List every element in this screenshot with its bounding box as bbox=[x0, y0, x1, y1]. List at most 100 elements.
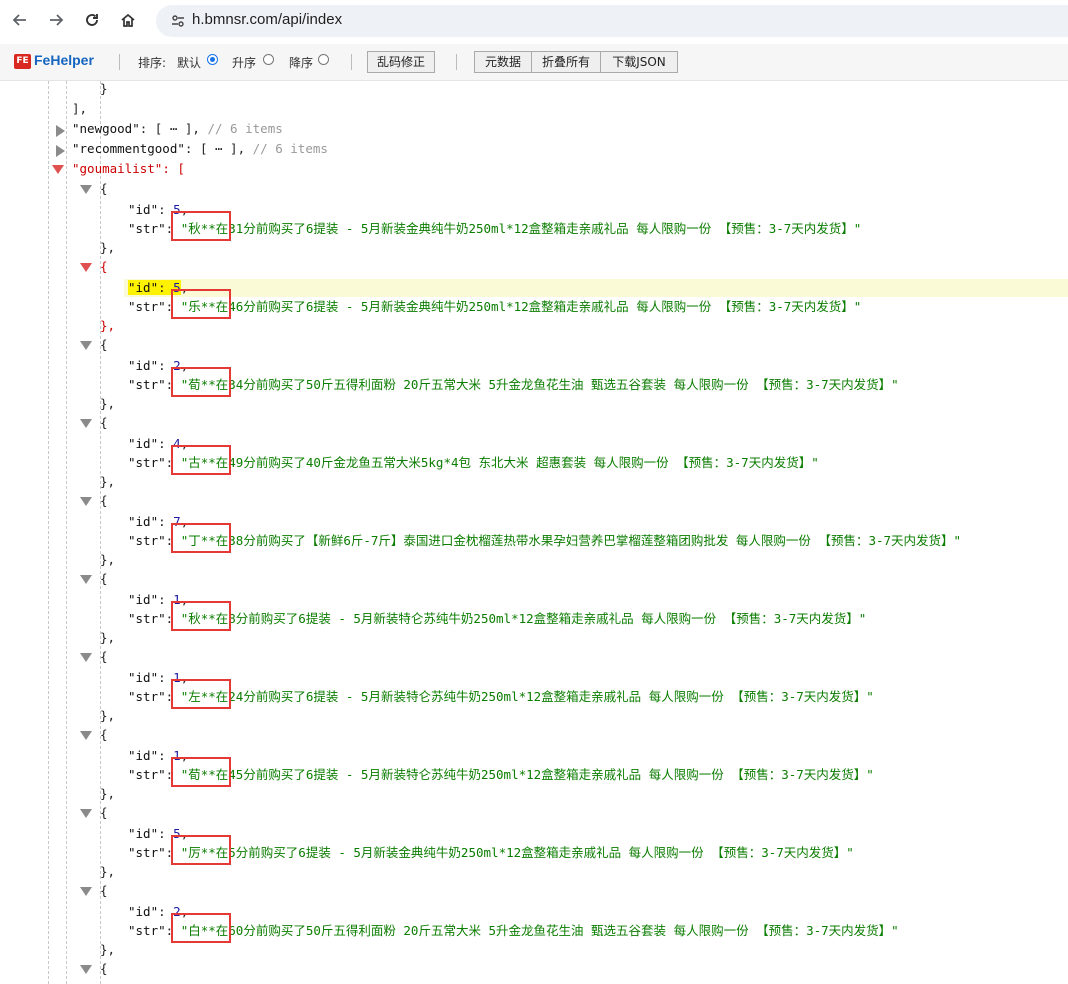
collapse-toggle[interactable] bbox=[80, 965, 92, 974]
indent-guide bbox=[100, 81, 101, 984]
annotation-box bbox=[171, 367, 231, 397]
collapse-toggle[interactable] bbox=[80, 497, 92, 506]
object-open-brace: { bbox=[100, 727, 108, 742]
home-button[interactable] bbox=[114, 6, 142, 34]
collapse-toggle[interactable] bbox=[52, 165, 64, 174]
json-string-value[interactable]: "秋**在31分前购买了6提装 - 5月新装金典纯牛奶250ml*12盒整箱走亲… bbox=[181, 221, 862, 236]
object-open-brace: { bbox=[100, 649, 108, 664]
annotation-box bbox=[171, 289, 231, 319]
annotation-box bbox=[171, 679, 231, 709]
indent-guide bbox=[66, 81, 67, 984]
back-button[interactable] bbox=[6, 6, 34, 34]
object-close-brace: }, bbox=[100, 786, 116, 801]
sort-label: 排序: bbox=[138, 56, 167, 70]
browser-toolbar: h.bmnsr.com/api/index bbox=[0, 0, 1068, 42]
json-key: "str" bbox=[128, 299, 166, 314]
json-key: "str" bbox=[128, 845, 166, 860]
divider bbox=[351, 54, 352, 70]
collapse-toggle[interactable] bbox=[80, 809, 92, 818]
json-string-value[interactable]: "乐**在46分前购买了6提装 - 5月新装金典纯牛奶250ml*12盒整箱走亲… bbox=[181, 299, 862, 314]
collapse-toggle[interactable] bbox=[80, 653, 92, 662]
json-str-row: "str": "荀**在34分前购买了50斤五得利面粉 20斤五常大米 5升金龙… bbox=[128, 376, 899, 394]
collapse-toggle[interactable] bbox=[80, 731, 92, 740]
json-string-value[interactable]: "荀**在34分前购买了50斤五得利面粉 20斤五常大米 5升金龙鱼花生油 甄选… bbox=[181, 377, 899, 392]
annotation-box bbox=[171, 445, 231, 475]
reload-icon bbox=[86, 14, 98, 26]
json-key: "id" bbox=[128, 748, 159, 763]
fix-encoding-button[interactable]: 乱码修正 bbox=[367, 51, 435, 73]
fehelper-toolbar: FE FeHelper 排序: 默认 升序 降序 乱码修正 元数据 折叠所有 下… bbox=[0, 44, 1068, 81]
json-key: "id" bbox=[128, 826, 159, 841]
json-collapsed-row: "newgood": [ ⋯ ], // 6 items bbox=[72, 121, 283, 136]
json-string-value[interactable]: "左**在24分前购买了6提装 - 5月新装特仑苏纯牛奶250ml*12盒整箱走… bbox=[181, 689, 874, 704]
expand-toggle[interactable] bbox=[56, 145, 65, 157]
collapse-toggle[interactable] bbox=[80, 575, 92, 584]
tune-icon[interactable] bbox=[170, 13, 186, 29]
json-str-row: "str": "荀**在45分前购买了6提装 - 5月新装特仑苏纯牛奶250ml… bbox=[128, 766, 874, 784]
divider bbox=[456, 54, 457, 70]
object-close-brace: }, bbox=[100, 318, 116, 333]
annotation-box bbox=[171, 211, 231, 241]
json-string-value[interactable]: "秋**在8分前购买了6提装 - 5月新装特仑苏纯牛奶250ml*12盒整箱走亲… bbox=[181, 611, 867, 626]
sort-default-radio[interactable] bbox=[207, 54, 218, 65]
address-bar[interactable]: h.bmnsr.com/api/index bbox=[156, 5, 1068, 37]
annotation-box bbox=[171, 913, 231, 943]
json-str-row: "str": "乐**在46分前购买了6提装 - 5月新装金典纯牛奶250ml*… bbox=[128, 298, 861, 316]
json-string-value[interactable]: "厉**在5分前购买了6提装 - 5月新装金典纯牛奶250ml*12盒整箱走亲戚… bbox=[181, 845, 854, 860]
json-str-row: "str": "丁**在38分前购买了【新鲜6斤-7斤】泰国进口金枕榴莲热带水果… bbox=[128, 532, 961, 550]
collapse-toggle[interactable] bbox=[80, 887, 92, 896]
json-key: "id" bbox=[128, 280, 159, 295]
sort-asc-label: 升序 bbox=[232, 56, 257, 70]
sort-asc-radio[interactable] bbox=[263, 54, 274, 65]
json-key: "str" bbox=[128, 767, 166, 782]
object-open-brace: { bbox=[100, 571, 108, 586]
collapse-toggle[interactable] bbox=[80, 419, 92, 428]
sort-default-label: 默认 bbox=[177, 56, 202, 70]
collapse-toggle[interactable] bbox=[80, 263, 92, 272]
forward-button[interactable] bbox=[42, 6, 70, 34]
object-close-brace: }, bbox=[100, 708, 116, 723]
reload-button[interactable] bbox=[78, 6, 106, 34]
json-string-value[interactable]: "古**在49分前购买了40斤金龙鱼五常大米5kg*4包 东北大米 超惠套装 每… bbox=[181, 455, 819, 470]
json-str-row: "str": "厉**在5分前购买了6提装 - 5月新装金典纯牛奶250ml*1… bbox=[128, 844, 854, 862]
collapse-all-button[interactable]: 折叠所有 bbox=[531, 51, 601, 73]
json-key: "str" bbox=[128, 923, 166, 938]
object-open-brace: { bbox=[100, 805, 108, 820]
json-string-value[interactable]: "丁**在38分前购买了【新鲜6斤-7斤】泰国进口金枕榴莲热带水果孕妇营养巴掌榴… bbox=[181, 533, 961, 548]
annotation-box bbox=[171, 835, 231, 865]
json-str-row: "str": "古**在49分前购买了40斤金龙鱼五常大米5kg*4包 东北大米… bbox=[128, 454, 819, 472]
object-open-brace: { bbox=[100, 259, 108, 274]
json-key: "str" bbox=[128, 377, 166, 392]
json-string-value[interactable]: "白**在60分前购买了50斤五得利面粉 20斤五常大米 5升金龙鱼花生油 甄选… bbox=[181, 923, 899, 938]
goumailist-key-row: "goumailist": [ bbox=[72, 161, 185, 176]
prev-close-bracket: ], bbox=[72, 101, 88, 116]
sort-desc-label: 降序 bbox=[289, 56, 314, 70]
object-open-brace: { bbox=[100, 337, 108, 352]
expand-toggle[interactable] bbox=[56, 125, 65, 137]
object-open-brace: { bbox=[100, 961, 108, 976]
prev-close-brace: } bbox=[100, 81, 108, 96]
json-str-row: "str": "左**在24分前购买了6提装 - 5月新装特仑苏纯牛奶250ml… bbox=[128, 688, 874, 706]
object-close-brace: }, bbox=[100, 396, 116, 411]
json-key: "str" bbox=[128, 689, 166, 704]
arrow-left-icon bbox=[12, 14, 26, 26]
raw-data-button[interactable]: 元数据 bbox=[474, 51, 532, 73]
json-key: "id" bbox=[128, 670, 159, 685]
object-close-brace: }, bbox=[100, 474, 116, 489]
collapse-toggle[interactable] bbox=[80, 185, 92, 194]
json-key: "str" bbox=[128, 221, 166, 236]
object-close-brace: }, bbox=[100, 942, 116, 957]
divider bbox=[119, 54, 120, 70]
json-key: "str" bbox=[128, 455, 166, 470]
sort-desc-radio[interactable] bbox=[318, 54, 329, 65]
json-key: "str" bbox=[128, 611, 166, 626]
download-json-button[interactable]: 下载JSON bbox=[600, 51, 678, 73]
collapse-toggle[interactable] bbox=[80, 341, 92, 350]
json-str-row: "str": "秋**在31分前购买了6提装 - 5月新装金典纯牛奶250ml*… bbox=[128, 220, 861, 238]
object-close-brace: }, bbox=[100, 240, 116, 255]
json-key: "id" bbox=[128, 358, 159, 373]
object-open-brace: { bbox=[100, 493, 108, 508]
object-open-brace: { bbox=[100, 415, 108, 430]
json-string-value[interactable]: "荀**在45分前购买了6提装 - 5月新装特仑苏纯牛奶250ml*12盒整箱走… bbox=[181, 767, 874, 782]
json-key: "id" bbox=[128, 904, 159, 919]
